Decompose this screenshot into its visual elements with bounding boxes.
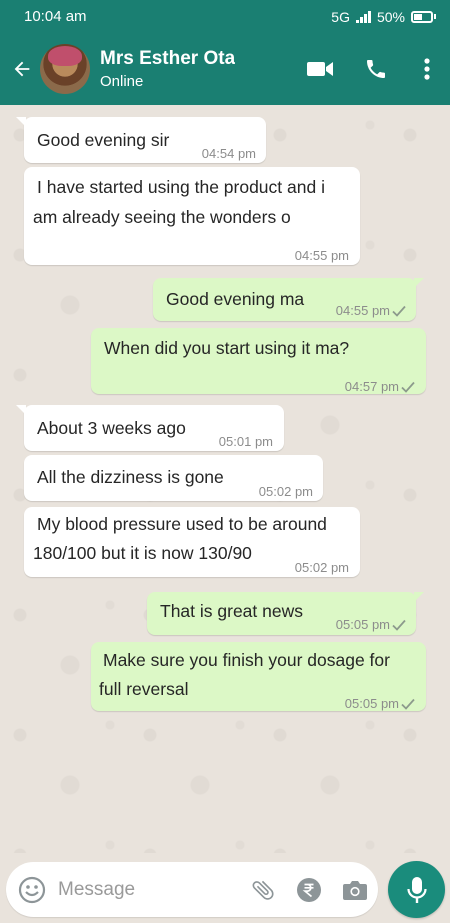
chat-area[interactable]: Good evening sir 04:54 pm I have started… <box>0 105 450 853</box>
message-time: 05:05 pm <box>336 610 406 640</box>
message-time-text: 04:57 pm <box>344 379 399 394</box>
message-time-text: 04:55 pm <box>335 303 390 318</box>
message-incoming[interactable]: Good evening sir 04:54 pm <box>16 117 266 163</box>
message-time: 04:55 pm <box>336 296 406 326</box>
video-call-icon[interactable] <box>292 39 348 99</box>
network-type: 5G <box>331 8 350 25</box>
message-incoming[interactable]: About 3 weeks ago 05:01 pm <box>16 405 284 451</box>
message-incoming[interactable]: All the dizziness is gone 05:02 pm <box>24 455 323 501</box>
status-indicators: 5G 50% <box>331 9 436 25</box>
message-time-text: 05:05 pm <box>344 696 399 711</box>
sent-check-icon <box>392 305 406 317</box>
chat-header: Mrs Esther Ota Online <box>0 33 450 105</box>
sent-check-icon <box>392 619 406 631</box>
message-text: am already seeing the wonders o <box>33 207 291 227</box>
message-time: 05:05 pm <box>345 689 415 719</box>
message-time: 05:02 pm <box>258 484 313 499</box>
contact-info[interactable]: Mrs Esther Ota Online <box>100 48 235 90</box>
back-arrow-icon[interactable] <box>2 33 42 105</box>
voice-message-button[interactable] <box>388 861 445 918</box>
message-outgoing[interactable]: Good evening ma 04:55 pm <box>153 278 424 321</box>
message-composer: Message <box>6 862 378 917</box>
sent-check-icon <box>401 381 415 393</box>
status-bar: 10:04 am 5G 50% <box>0 0 450 33</box>
message-text: full reversal <box>99 679 189 699</box>
message-incoming[interactable]: I have started using the product and i a… <box>24 167 360 265</box>
payment-rupee-icon[interactable] <box>286 877 332 903</box>
message-time: 04:55 pm <box>294 248 349 263</box>
message-text: 180/100 but it is now 130/90 <box>33 543 252 563</box>
camera-icon[interactable] <box>332 879 378 901</box>
message-text: When did you start using it ma? <box>104 338 350 358</box>
message-text: That is great news <box>160 601 303 621</box>
battery-percent: 50% <box>376 8 405 25</box>
battery-icon <box>411 10 436 23</box>
message-time: 05:01 pm <box>218 434 273 449</box>
attach-icon[interactable] <box>240 877 286 903</box>
microphone-icon <box>406 876 427 903</box>
message-time: 05:02 pm <box>294 560 349 575</box>
phone-icon[interactable] <box>348 39 404 99</box>
status-time: 10:04 am <box>24 8 87 25</box>
contact-status: Online <box>100 73 144 90</box>
message-outgoing[interactable]: When did you start using it ma? 04:57 pm <box>91 328 426 394</box>
signal-icon <box>355 10 371 23</box>
message-time: 04:54 pm <box>201 146 256 161</box>
emoji-icon[interactable] <box>6 876 58 904</box>
message-text: I have started using the product and i <box>37 177 325 197</box>
more-vertical-icon[interactable] <box>404 39 450 99</box>
message-text: My blood pressure used to be around <box>37 514 327 534</box>
message-time: 04:57 pm <box>345 372 415 402</box>
message-text: About 3 weeks ago <box>37 418 186 438</box>
message-input[interactable]: Message <box>58 879 240 901</box>
message-text: Good evening sir <box>37 130 170 150</box>
message-time-text: 05:05 pm <box>335 617 390 632</box>
message-text: Make sure you finish your dosage for <box>103 650 390 670</box>
message-text: Good evening ma <box>166 289 305 309</box>
message-outgoing[interactable]: Make sure you finish your dosage for ful… <box>91 642 426 711</box>
avatar[interactable] <box>40 44 90 94</box>
message-incoming[interactable]: My blood pressure used to be around 180/… <box>24 507 360 577</box>
message-text: All the dizziness is gone <box>37 467 224 487</box>
message-outgoing[interactable]: That is great news 05:05 pm <box>147 592 424 635</box>
contact-name: Mrs Esther Ota <box>100 48 235 69</box>
sent-check-icon <box>401 698 415 710</box>
